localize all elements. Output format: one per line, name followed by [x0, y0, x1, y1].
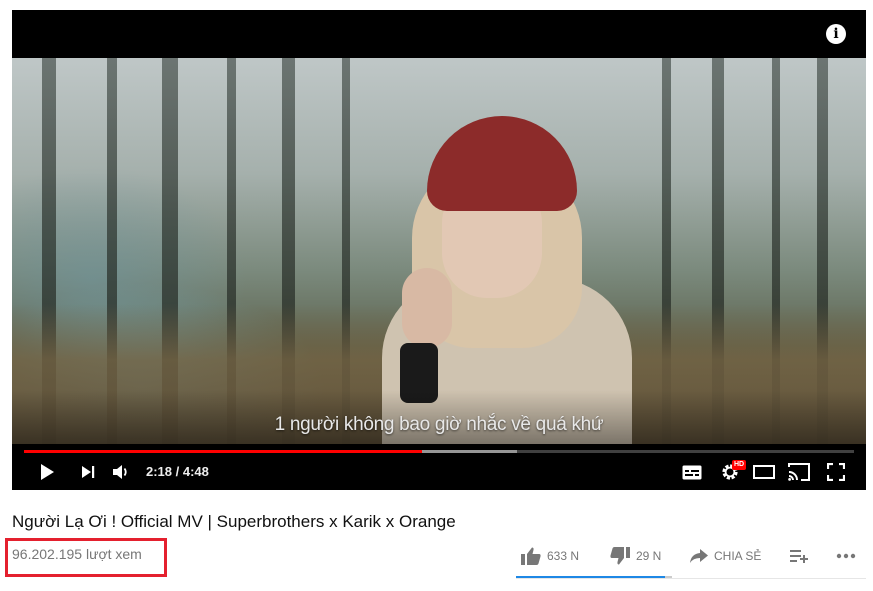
- like-button[interactable]: 633 N: [521, 543, 579, 569]
- subtitles-button[interactable]: [680, 458, 704, 486]
- share-label: CHIA SẺ: [714, 549, 762, 563]
- volume-icon: [113, 465, 127, 479]
- play-icon: [41, 464, 54, 480]
- thumbs-down-icon: [610, 547, 630, 565]
- volume-button[interactable]: [111, 458, 131, 486]
- play-button[interactable]: [36, 458, 58, 486]
- hd-badge: HD: [732, 460, 747, 470]
- time-display: 2:18 / 4:48: [146, 464, 209, 479]
- video-frame[interactable]: [12, 58, 866, 444]
- more-horizontal-icon: [836, 553, 856, 559]
- view-count: 96.202.195 lượt xem: [12, 546, 142, 562]
- info-icon[interactable]: i: [826, 24, 846, 44]
- more-actions-button[interactable]: [836, 543, 856, 569]
- dislike-count: 29 N: [636, 549, 662, 563]
- next-icon: [82, 466, 95, 478]
- settings-button[interactable]: HD: [716, 458, 747, 486]
- fullscreen-button[interactable]: [824, 458, 848, 486]
- theater-mode-button[interactable]: [752, 458, 776, 486]
- cast-icon: [788, 463, 810, 481]
- share-icon: [690, 549, 708, 563]
- thumbs-up-icon: [521, 547, 541, 565]
- caption-text: 1 người không bao giờ nhắc về quá khứ: [274, 414, 604, 435]
- fullscreen-icon: [827, 463, 845, 481]
- theater-icon: [753, 465, 775, 479]
- dislike-button[interactable]: 29 N: [610, 543, 661, 569]
- subtitles-icon: [682, 465, 702, 479]
- video-title: Người Lạ Ơi ! Official MV | Superbrother…: [12, 512, 456, 531]
- share-button[interactable]: CHIA SẺ: [690, 543, 761, 569]
- add-to-playlist-icon: [790, 550, 808, 563]
- save-to-playlist-button[interactable]: [790, 543, 808, 569]
- divider: [516, 578, 866, 579]
- player-controls: 2:18 / 4:48 HD: [12, 458, 866, 486]
- progress-played: [24, 450, 422, 453]
- video-player[interactable]: 1 người không bao giờ nhắc về quá khứ i …: [12, 10, 866, 490]
- progress-bar[interactable]: [24, 450, 854, 453]
- cast-button[interactable]: [786, 458, 812, 486]
- next-button[interactable]: [78, 458, 98, 486]
- like-count: 633 N: [547, 549, 580, 563]
